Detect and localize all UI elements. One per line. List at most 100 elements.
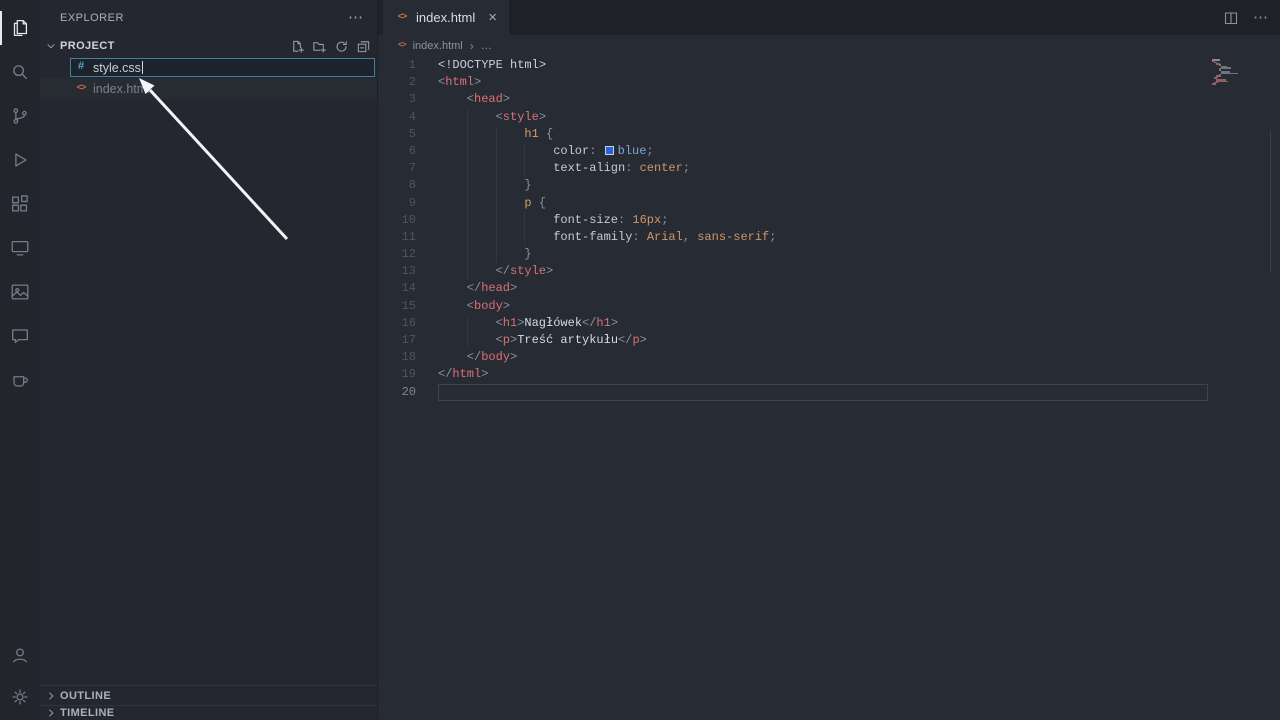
activity-search[interactable] bbox=[0, 50, 40, 94]
text-cursor bbox=[142, 61, 143, 74]
activity-source-control[interactable] bbox=[0, 94, 40, 138]
indent-guide bbox=[496, 246, 525, 263]
file-item-index.html[interactable]: <>index.html bbox=[40, 78, 377, 99]
activity-explorer[interactable] bbox=[0, 6, 40, 50]
token: < bbox=[467, 299, 474, 313]
html-file-icon: <> bbox=[398, 42, 406, 50]
line-content: <!DOCTYPE html> bbox=[438, 57, 546, 74]
line-number: 13 bbox=[378, 263, 416, 280]
token: h1 bbox=[524, 127, 546, 141]
more-actions-button[interactable]: ⋯ bbox=[1253, 10, 1268, 25]
files-icon bbox=[9, 17, 31, 39]
breadcrumb-symbol[interactable]: … bbox=[481, 40, 492, 52]
section-header-project[interactable]: PROJECT bbox=[40, 35, 377, 57]
indent-guide bbox=[438, 263, 467, 280]
activity-media-extension[interactable] bbox=[0, 270, 40, 314]
collapse-folders-button[interactable] bbox=[356, 39, 371, 54]
activity-accounts[interactable] bbox=[0, 634, 40, 676]
rename-input[interactable]: #style.css bbox=[70, 58, 375, 77]
indent-guide bbox=[467, 315, 496, 332]
code-line-6[interactable]: 6color: blue; bbox=[378, 143, 1280, 160]
indent-guide bbox=[438, 246, 467, 263]
breadcrumb-file[interactable]: index.html bbox=[413, 40, 463, 52]
code-line-1[interactable]: 1<!DOCTYPE html> bbox=[378, 57, 1280, 74]
split-editor-icon bbox=[1223, 10, 1239, 26]
activity-chat-extension[interactable] bbox=[0, 314, 40, 358]
account-icon bbox=[9, 644, 31, 666]
scrollbar-decoration bbox=[1270, 131, 1271, 273]
line-number: 10 bbox=[378, 212, 416, 229]
indent-guide bbox=[496, 160, 525, 177]
activity-extensions[interactable] bbox=[0, 182, 40, 226]
token: text-align bbox=[553, 161, 625, 175]
css-file-icon: # bbox=[74, 62, 88, 73]
activity-tools-extension[interactable] bbox=[0, 358, 40, 402]
indent-guide bbox=[438, 143, 467, 160]
code-line-15[interactable]: 15<body> bbox=[378, 298, 1280, 315]
activity-manage[interactable] bbox=[0, 676, 40, 718]
code-line-10[interactable]: 10font-size: 16px; bbox=[378, 212, 1280, 229]
monitor-icon bbox=[9, 237, 31, 259]
code-line-16[interactable]: 16<h1>Nagłówek</h1> bbox=[378, 315, 1280, 332]
code-line-18[interactable]: 18</body> bbox=[378, 349, 1280, 366]
code-line-14[interactable]: 14</head> bbox=[378, 280, 1280, 297]
token: style bbox=[503, 110, 539, 124]
code-line-2[interactable]: 2<html> bbox=[378, 74, 1280, 91]
refresh-explorer-button[interactable] bbox=[334, 39, 349, 54]
sidebar-explorer: EXPLORER ⋯ PROJECT #style.css<>index.htm… bbox=[40, 0, 378, 720]
activity-run-and-debug[interactable] bbox=[0, 138, 40, 182]
token: body bbox=[474, 299, 503, 313]
line-number: 12 bbox=[378, 246, 416, 263]
new-file-button[interactable] bbox=[290, 39, 305, 54]
indent-guide bbox=[438, 160, 467, 177]
code-line-5[interactable]: 5h1 { bbox=[378, 126, 1280, 143]
split-editor-button[interactable] bbox=[1223, 10, 1239, 26]
token: , bbox=[683, 230, 697, 244]
indent-guide bbox=[467, 177, 496, 194]
code-line-13[interactable]: 13</style> bbox=[378, 263, 1280, 280]
debug-play-icon bbox=[9, 149, 31, 171]
indent-guide bbox=[467, 212, 496, 229]
line-content: text-align: center; bbox=[438, 160, 690, 177]
code-line-7[interactable]: 7text-align: center; bbox=[378, 160, 1280, 177]
file-item-style.css[interactable]: #style.css bbox=[40, 57, 377, 78]
line-number: 20 bbox=[378, 384, 416, 401]
indent-guide bbox=[438, 280, 467, 297]
code-line-11[interactable]: 11font-family: Arial, sans-serif; bbox=[378, 229, 1280, 246]
indent-guide bbox=[467, 160, 496, 177]
new-folder-button[interactable] bbox=[312, 39, 327, 54]
line-number: 3 bbox=[378, 91, 416, 108]
code-line-4[interactable]: 4<style> bbox=[378, 109, 1280, 126]
views-more-actions-icon[interactable]: ⋯ bbox=[348, 10, 363, 25]
html-file-icon: <> bbox=[74, 84, 88, 93]
minimap[interactable] bbox=[1208, 59, 1254, 720]
indent-guide bbox=[438, 91, 467, 108]
indent-guide bbox=[467, 143, 496, 160]
tab-index-html[interactable]: <> index.html × bbox=[383, 0, 509, 35]
line-number: 8 bbox=[378, 177, 416, 194]
code-line-3[interactable]: 3<head> bbox=[378, 91, 1280, 108]
activity-remote-explorer[interactable] bbox=[0, 226, 40, 270]
color-swatch-blue[interactable] bbox=[605, 146, 614, 155]
chevron-down-icon bbox=[44, 39, 58, 53]
code-line-9[interactable]: 9p { bbox=[378, 195, 1280, 212]
section-header-timeline[interactable]: TIMELINE bbox=[40, 705, 377, 720]
code-line-19[interactable]: 19</html> bbox=[378, 366, 1280, 383]
new-folder-icon bbox=[312, 39, 327, 54]
activity-bar-top bbox=[0, 6, 40, 402]
close-tab-icon[interactable]: × bbox=[488, 10, 497, 25]
line-number: 9 bbox=[378, 195, 416, 212]
token: blue bbox=[618, 144, 647, 158]
section-header-outline[interactable]: OUTLINE bbox=[40, 685, 377, 705]
line-number: 18 bbox=[378, 349, 416, 366]
token: 16px bbox=[632, 213, 661, 227]
code-line-8[interactable]: 8} bbox=[378, 177, 1280, 194]
code-line-17[interactable]: 17<p>Treść artykułu</p> bbox=[378, 332, 1280, 349]
code-line-20[interactable]: 20 bbox=[378, 384, 1280, 401]
token: style bbox=[510, 264, 546, 278]
minimap-mark bbox=[1221, 73, 1238, 75]
code-line-12[interactable]: 12} bbox=[378, 246, 1280, 263]
html-file-icon: <> bbox=[395, 13, 409, 22]
token: p bbox=[503, 333, 510, 347]
image-icon bbox=[9, 281, 31, 303]
